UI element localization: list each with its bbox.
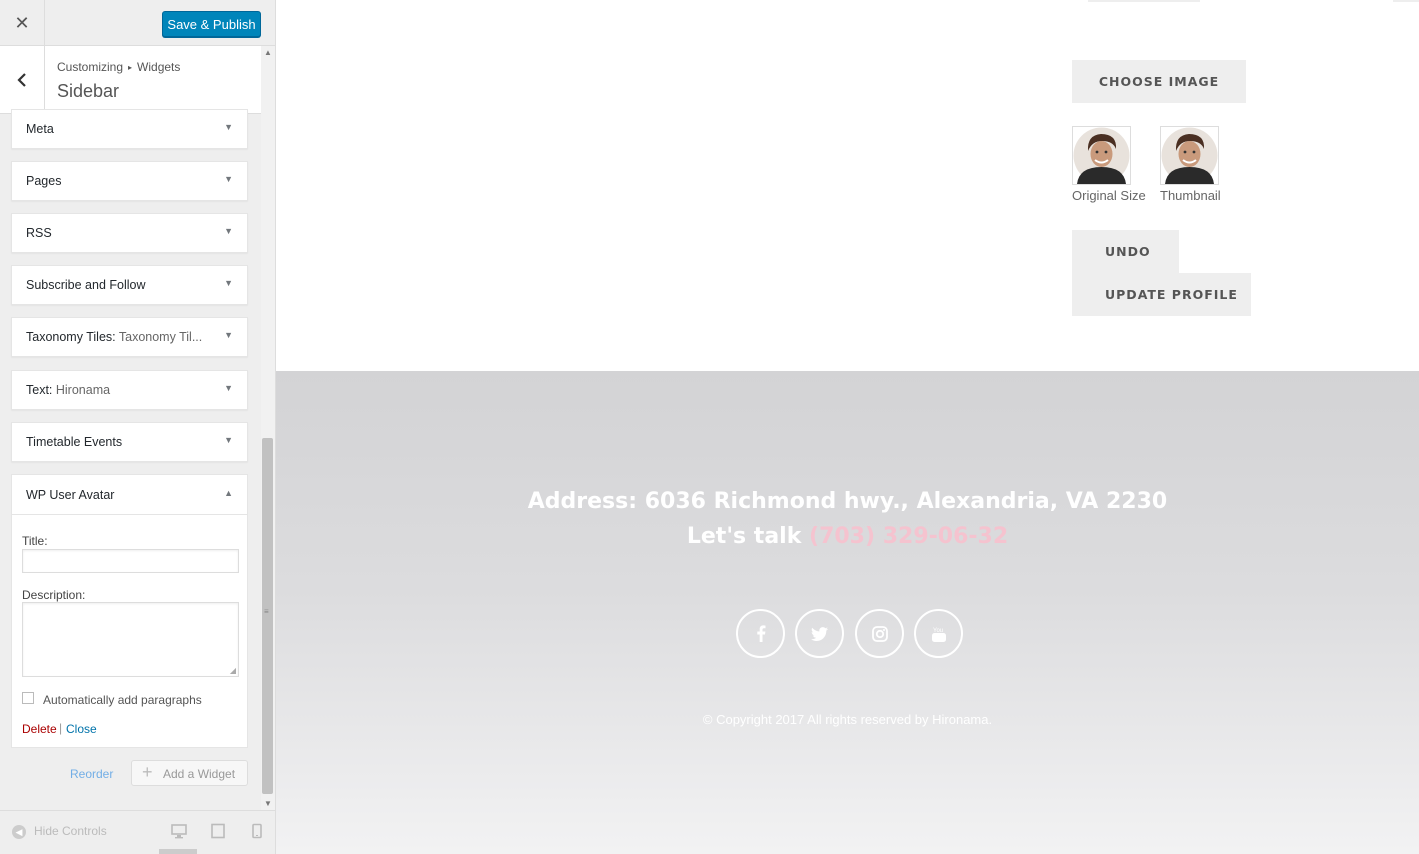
expand-arrow-icon[interactable]: ▼ — [224, 435, 233, 445]
widget-title: Timetable Events — [26, 435, 123, 449]
divider — [1088, 0, 1200, 2]
close-icon: ✕ — [14, 12, 30, 33]
choose-image-button[interactable]: CHOOSE IMAGE — [1072, 60, 1246, 103]
resize-handle-icon[interactable]: ◢ — [230, 666, 236, 675]
reorder-link[interactable]: Reorder — [70, 767, 113, 781]
widget-header[interactable]: WP User Avatar ▲ — [12, 475, 247, 515]
chevron-left-icon — [17, 72, 26, 87]
hide-controls-label: Hide Controls — [34, 824, 107, 838]
avatar-portrait-icon — [1161, 127, 1218, 184]
active-device-indicator — [159, 849, 197, 854]
desktop-preview-icon[interactable] — [171, 823, 187, 839]
avatar-thumbnail-image — [1160, 126, 1219, 185]
widget-wp-user-avatar: WP User Avatar ▲ Title: Description: ◢ A… — [11, 474, 248, 748]
title-input[interactable] — [22, 549, 239, 573]
avatar-original-image — [1072, 126, 1131, 185]
customizer-header: ✕ Save & Publish — [0, 0, 275, 46]
thumbnail-caption: Thumbnail — [1160, 188, 1221, 203]
auto-paragraphs-label: Automatically add paragraphs — [43, 693, 202, 707]
phone-number-link[interactable]: (703) 329-06-32 — [809, 524, 1008, 549]
auto-paragraphs-checkbox[interactable] — [22, 692, 34, 704]
scrollbar-grip-icon: ≡ — [264, 607, 269, 616]
sidebar-scrollbar[interactable]: ▲ ≡ ▼ — [261, 46, 275, 810]
collapse-arrow-icon[interactable]: ▲ — [224, 488, 233, 498]
customizer-footer: ◀ Hide Controls — [0, 810, 275, 854]
expand-arrow-icon[interactable]: ▼ — [224, 278, 233, 288]
widget-subscribe-follow[interactable]: Subscribe and Follow ▼ — [11, 265, 248, 305]
expand-arrow-icon[interactable]: ▼ — [224, 226, 233, 236]
widget-title: Pages — [26, 174, 62, 188]
delete-widget-link[interactable]: Delete — [22, 722, 57, 736]
widget-title: Meta — [26, 122, 54, 136]
site-preview: CHOOSE IMAGE Original Size Thumbnail UND… — [276, 0, 1419, 854]
twitter-button[interactable] — [795, 609, 844, 658]
link-separator: | — [59, 721, 63, 735]
facebook-icon — [756, 625, 765, 642]
twitter-icon — [811, 626, 828, 641]
scroll-down-arrow-icon[interactable]: ▼ — [264, 799, 272, 808]
breadcrumb-widgets: Widgets — [137, 60, 181, 74]
facebook-button[interactable] — [736, 609, 785, 658]
original-size-caption: Original Size — [1072, 188, 1146, 203]
avatar-portrait-icon — [1073, 127, 1130, 184]
section-title: Sidebar — [57, 81, 120, 101]
widget-taxonomy-tiles[interactable]: Taxonomy Tiles: Taxonomy Til... ▼ — [11, 317, 248, 357]
widget-pages[interactable]: Pages ▼ — [11, 161, 248, 201]
widget-title: Subscribe and Follow — [26, 278, 146, 292]
scroll-up-arrow-icon[interactable]: ▲ — [264, 48, 272, 57]
site-footer: Address: 6036 Richmond hwy., Alexandria,… — [276, 371, 1419, 854]
update-profile-button[interactable]: UPDATE PROFILE — [1072, 273, 1251, 316]
footer-address: Address: 6036 Richmond hwy., Alexandria,… — [527, 489, 1168, 514]
undo-button[interactable]: UNDO — [1072, 230, 1179, 273]
expand-arrow-icon[interactable]: ▼ — [224, 383, 233, 393]
back-button[interactable] — [0, 46, 45, 113]
description-label: Description: — [22, 588, 86, 602]
widget-title: Taxonomy Tiles: Taxonomy Til... — [26, 330, 203, 344]
add-widget-label: Add a Widget — [163, 767, 236, 781]
save-publish-button[interactable]: Save & Publish — [162, 11, 261, 37]
plus-icon: + — [142, 762, 153, 782]
expand-arrow-icon[interactable]: ▼ — [224, 330, 233, 340]
customizer-sidebar: ✕ Save & Publish Customizing ▸ Widgets Sid… — [0, 0, 276, 854]
widget-title: WP User Avatar — [26, 488, 115, 502]
widget-meta[interactable]: Meta ▼ — [11, 109, 248, 149]
mobile-preview-icon[interactable] — [249, 823, 265, 839]
copyright-text: © Copyright 2017 All rights reserved by … — [702, 712, 993, 727]
widget-text[interactable]: Text: Hironama ▼ — [11, 370, 248, 410]
widget-rss[interactable]: RSS ▼ — [11, 213, 248, 253]
add-widget-button[interactable]: + Add a Widget — [131, 760, 248, 786]
breadcrumb-separator: ▸ — [128, 63, 133, 72]
expand-arrow-icon[interactable]: ▼ — [224, 122, 233, 132]
breadcrumb-customizing: Customizing — [57, 60, 124, 74]
expand-arrow-icon[interactable]: ▼ — [224, 174, 233, 184]
footer-contact: Let's talk (703) 329-06-32 — [276, 524, 1419, 549]
breadcrumb: Customizing ▸ Widgets — [57, 60, 180, 74]
widget-title: Text: Hironama — [26, 383, 111, 397]
tablet-preview-icon[interactable] — [210, 823, 226, 839]
section-header: Customizing ▸ Widgets Sidebar — [0, 46, 261, 114]
arrow-left-circle-icon: ◀ — [12, 825, 26, 839]
close-widget-link[interactable]: Close — [66, 722, 97, 736]
instagram-button[interactable] — [855, 609, 904, 658]
instagram-icon — [871, 625, 888, 642]
title-label: Title: — [22, 534, 48, 548]
scrollbar-thumb[interactable]: ≡ — [262, 438, 273, 794]
widget-title: RSS — [26, 226, 52, 240]
customizer-window: ✕ Save & Publish Customizing ▸ Widgets Sid… — [0, 0, 1419, 854]
divider — [1393, 0, 1419, 2]
widget-timetable-events[interactable]: Timetable Events ▼ — [11, 422, 248, 462]
youtube-icon: You — [931, 628, 946, 642]
close-customizer-button[interactable]: ✕ — [0, 0, 45, 46]
description-textarea[interactable]: ◢ — [22, 602, 239, 677]
hide-controls-button[interactable]: ◀ Hide Controls — [12, 824, 107, 839]
talk-prefix: Let's talk — [686, 524, 802, 549]
youtube-button[interactable]: You — [914, 609, 963, 658]
